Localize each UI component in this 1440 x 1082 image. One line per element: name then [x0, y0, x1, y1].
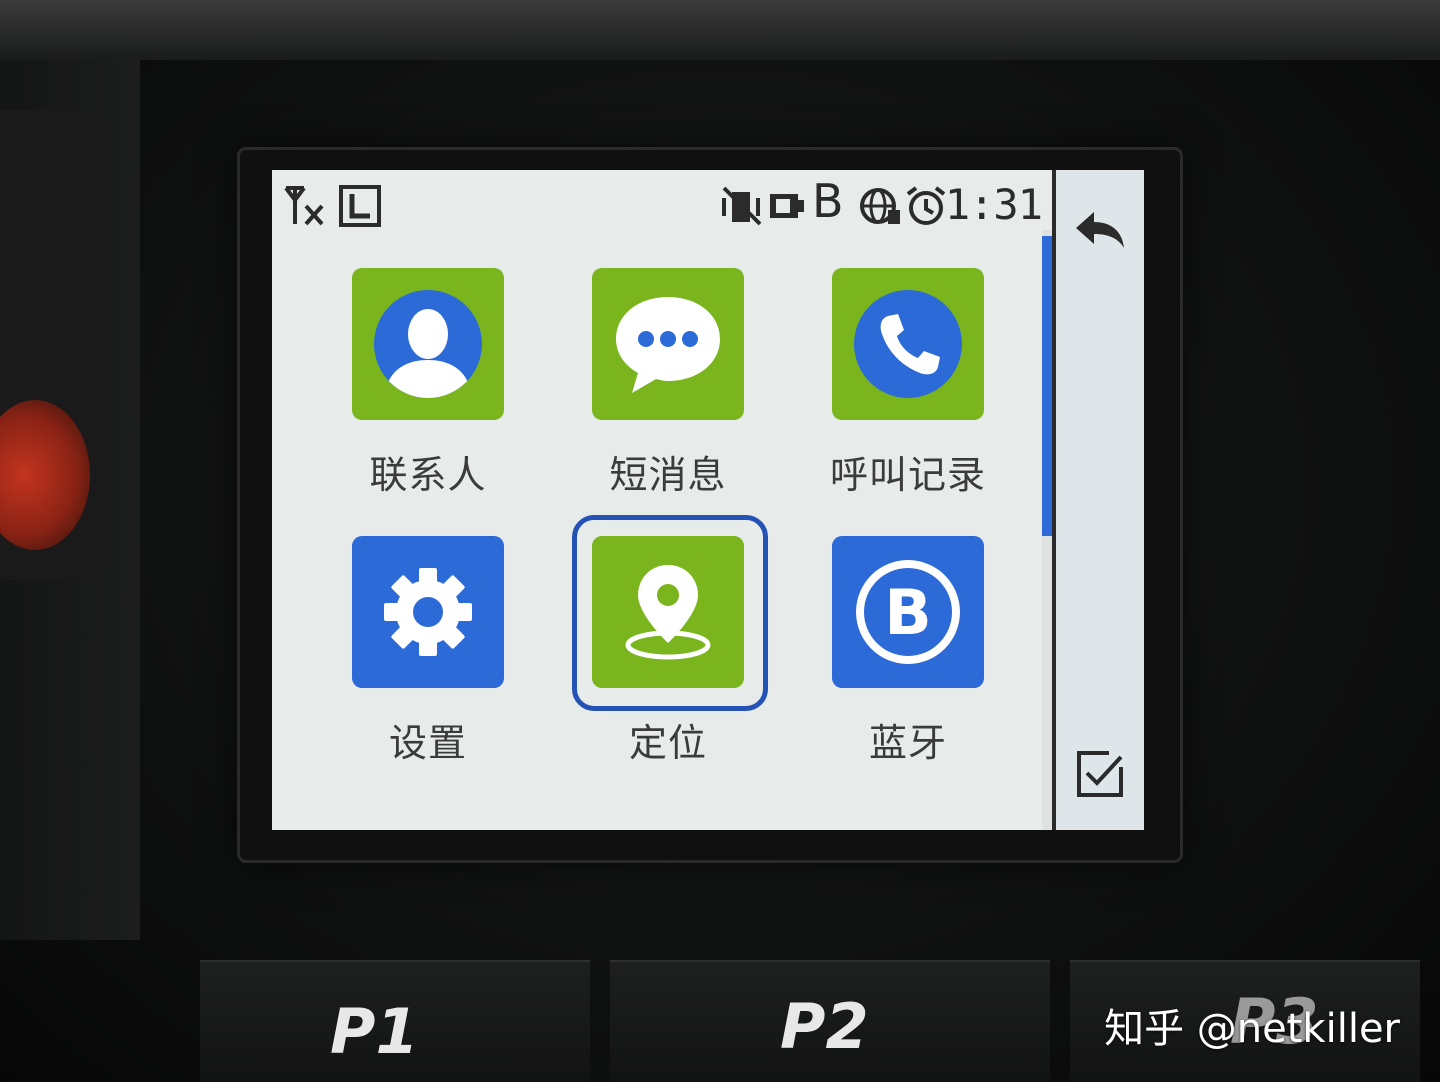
app-label: 呼叫记录: [829, 453, 986, 497]
device-screen: B 1:31 联系人 短消息 呼叫记录 设置 定位 B 蓝牙: [272, 170, 1144, 830]
app-call-log[interactable]: 呼叫记录: [788, 268, 1028, 528]
app-contacts[interactable]: 联系人: [308, 268, 548, 528]
app-settings[interactable]: 设置: [308, 536, 548, 796]
app-label: 联系人: [369, 453, 487, 497]
back-button[interactable]: [1072, 202, 1128, 258]
app-label: 蓝牙: [868, 721, 947, 765]
call-log-icon: [832, 268, 984, 420]
app-label: 短消息: [609, 453, 727, 497]
app-messages[interactable]: 短消息: [548, 268, 788, 528]
confirm-button[interactable]: [1072, 746, 1128, 802]
p2-label: P2: [780, 990, 869, 1063]
location-pin-icon: [592, 536, 744, 688]
back-arrow-icon: [1076, 212, 1124, 248]
scrollbar-thumb[interactable]: [1042, 236, 1052, 536]
device-top-edge: [0, 0, 1440, 60]
bluetooth-icon: B: [832, 536, 984, 688]
app-label: 设置: [388, 721, 467, 765]
messages-icon: [592, 268, 744, 420]
app-grid: 联系人 短消息 呼叫记录 设置 定位 B 蓝牙: [272, 170, 1052, 830]
p1-label: P1: [330, 995, 419, 1068]
settings-gear-icon: [352, 536, 504, 688]
contacts-icon: [352, 268, 504, 420]
checkbox-check-icon: [1077, 751, 1123, 797]
watermark: 知乎 @netkiller: [1104, 1006, 1400, 1052]
app-label: 定位: [628, 721, 707, 765]
app-location[interactable]: 定位: [548, 536, 788, 796]
bluetooth-glyph: B: [884, 576, 931, 649]
app-bluetooth[interactable]: B 蓝牙: [788, 536, 1028, 796]
softkey-pane: [1056, 170, 1144, 830]
